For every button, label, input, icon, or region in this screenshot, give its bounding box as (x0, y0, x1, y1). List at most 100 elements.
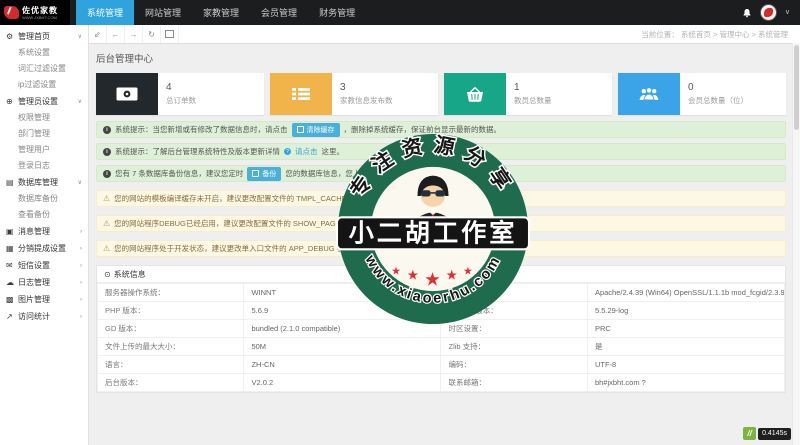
sidebar-item-permissions[interactable]: 权限管理 (0, 110, 88, 126)
sidebar-item-sms[interactable]: ✉ 短信设置 › (0, 257, 88, 274)
stat-cards: 4 总订单数 3 家教信息发布数 1 教员总数量 (96, 73, 786, 115)
sidebar-item-word-filter[interactable]: 词汇过滤设置 (0, 61, 88, 77)
info-label: 后台版本： (98, 374, 244, 392)
info-label: Zlib 支持： (441, 338, 587, 356)
tab-toolbar: ⇙ ← → ↻ 当前位置： 系统首页 > 管理中心 > 系统管理 (89, 25, 800, 44)
fullscreen-icon[interactable] (161, 26, 179, 43)
nav-item-website[interactable]: 网站管理 (134, 0, 192, 25)
sidebar-item-images[interactable]: ▩ 图片管理 › (0, 291, 88, 308)
chevron-down-icon: ∨ (78, 33, 82, 40)
logo[interactable]: 佐优家教 WWW.JXBHT.COM (0, 0, 70, 25)
sidebar-item-logs[interactable]: ☁ 日志管理 › (0, 274, 88, 291)
clear-cache-button[interactable]: 清除缓存 (292, 123, 340, 137)
sidebar-item-label: 短信设置 (18, 260, 50, 271)
sidebar-item-view-backup[interactable]: 查看备份 (0, 207, 88, 223)
nav-item-tutor[interactable]: 家教管理 (192, 0, 250, 25)
collapse-icon[interactable]: ⇙ (89, 26, 107, 43)
stat-card-orders: 4 总订单数 (96, 73, 264, 115)
line-chart-icon: ↗ (6, 312, 17, 321)
sidebar: ⚙ 管理首页 ∨ 系统设置 词汇过滤设置 ip过滤设置 ⊕ 管理员设置 ∨ 权限… (0, 25, 89, 445)
chevron-down-icon[interactable]: ∨ (785, 9, 790, 16)
sidebar-item-admin-users[interactable]: 管理用户 (0, 142, 88, 158)
sidebar-item-db-backup[interactable]: 数据库备份 (0, 191, 88, 207)
top-navbar: 佐优家教 WWW.JXBHT.COM 系统管理 网站管理 家教管理 会员管理 财… (0, 0, 800, 25)
nav-item-system[interactable]: 系统管理 (76, 0, 134, 25)
sidebar-item-manage-home[interactable]: ⚙ 管理首页 ∨ (0, 28, 88, 45)
svg-text:★: ★ (391, 265, 401, 278)
chevron-right-icon: › (80, 314, 82, 320)
notice-text: 您有 7 条数据库备份信息，建议您定时 (115, 168, 243, 179)
panel-title: 系统信息 (114, 269, 146, 280)
svg-text:★: ★ (463, 265, 473, 278)
chevron-down-icon: ∨ (78, 98, 82, 105)
logo-title: 佐优家教 (22, 6, 58, 15)
version-details-link[interactable]: 请点击 (295, 146, 318, 157)
info-label: 语言： (98, 356, 244, 374)
info-value: 是 (587, 338, 784, 356)
info-icon: i (103, 126, 111, 134)
info-value: PRC (587, 320, 784, 338)
watermark-ribbon: 小二胡工作室 (336, 217, 530, 249)
notice-text: 系统提示：了解后台管理系统特性及版本更新详情 (115, 146, 280, 157)
chevron-right-icon: › (80, 297, 82, 303)
logo-subtitle: WWW.JXBHT.COM (22, 15, 58, 20)
info-label: 联系邮箱： (441, 374, 587, 392)
chevron-down-icon: ∨ (78, 179, 82, 186)
gear-icon: ⚙ (6, 32, 17, 41)
info-value: Apache/2.4.39 (Win64) OpenSSL/1.1.1b mod… (587, 284, 784, 302)
image-icon: ▩ (6, 295, 17, 304)
chevron-right-icon: › (80, 280, 82, 286)
sidebar-item-ip-filter[interactable]: ip过滤设置 (0, 77, 88, 93)
chevron-right-icon: › (80, 263, 82, 269)
nav-item-member[interactable]: 会员管理 (250, 0, 308, 25)
info-label: 文件上传的最大大小： (98, 338, 244, 356)
bar-chart-icon: ▦ (6, 244, 17, 253)
backup-button[interactable]: 备份 (247, 167, 281, 181)
bell-icon[interactable] (742, 7, 752, 19)
sidebar-item-label: 日志管理 (18, 277, 50, 288)
logo-icon (4, 6, 19, 19)
sidebar-item-label: 图片管理 (18, 294, 50, 305)
info-label: GD 版本： (98, 320, 244, 338)
svg-text:★: ★ (407, 267, 419, 283)
sidebar-item-login-logs[interactable]: 登录日志 (0, 158, 88, 174)
nav-item-finance[interactable]: 财务管理 (308, 0, 366, 25)
sidebar-item-system-settings[interactable]: 系统设置 (0, 45, 88, 61)
money-icon (96, 73, 158, 115)
stat-label: 会员总数量（位） (688, 95, 748, 106)
info-value: UTF-8 (587, 356, 784, 374)
sidebar-item-database[interactable]: ▤ 数据库管理 ∨ (0, 174, 88, 191)
stat-value: 0 (688, 82, 748, 93)
info-label: 服务器操作系统： (98, 284, 244, 302)
users-icon (618, 73, 680, 115)
sidebar-item-messages[interactable]: ▣ 消息管理 › (0, 223, 88, 240)
scrollbar-thumb[interactable] (794, 45, 799, 130)
sidebar-item-admin-settings[interactable]: ⊕ 管理员设置 ∨ (0, 93, 88, 110)
info-value: 5.5.29-log (587, 302, 784, 320)
stat-label: 总订单数 (166, 95, 196, 106)
warning-icon: ⚠ (103, 194, 110, 203)
refresh-icon[interactable]: ↻ (143, 26, 161, 43)
chevron-right-icon: › (80, 229, 82, 235)
basket-icon (444, 73, 506, 115)
database-icon: ▤ (6, 178, 17, 187)
forward-icon[interactable]: → (125, 26, 143, 43)
stat-label: 家教信息发布数 (340, 95, 393, 106)
stat-value: 3 (340, 82, 393, 93)
sidebar-item-label: 管理员设置 (18, 96, 58, 107)
back-icon[interactable]: ← (107, 26, 125, 43)
avatar[interactable] (760, 4, 777, 21)
warning-text: 您的网站程序处于开发状态，建议更改单入口文件的 APP_DEBUG 参数。 (114, 243, 359, 254)
sidebar-item-label: 数据库管理 (18, 177, 58, 188)
info-value: ZH-CN (244, 356, 441, 374)
sidebar-item-visit-stats[interactable]: ↗ 访问统计 › (0, 308, 88, 325)
sidebar-item-departments[interactable]: 部门管理 (0, 126, 88, 142)
thinkphp-icon: // (743, 427, 756, 440)
cloud-icon: ☁ (6, 278, 17, 287)
sidebar-item-commission[interactable]: ▦ 分销提成设置 › (0, 240, 88, 257)
stat-card-tutor-posts: 3 家教信息发布数 (270, 73, 438, 115)
info-value: bh#jxbht.com ? (587, 374, 784, 392)
watermark-stamp: 专注资源分享 www.xiaoerhu.com 小二胡工作室 ★ ★ (336, 132, 530, 326)
vertical-scrollbar[interactable] (792, 43, 800, 445)
envelope-icon: ✉ (6, 261, 17, 270)
